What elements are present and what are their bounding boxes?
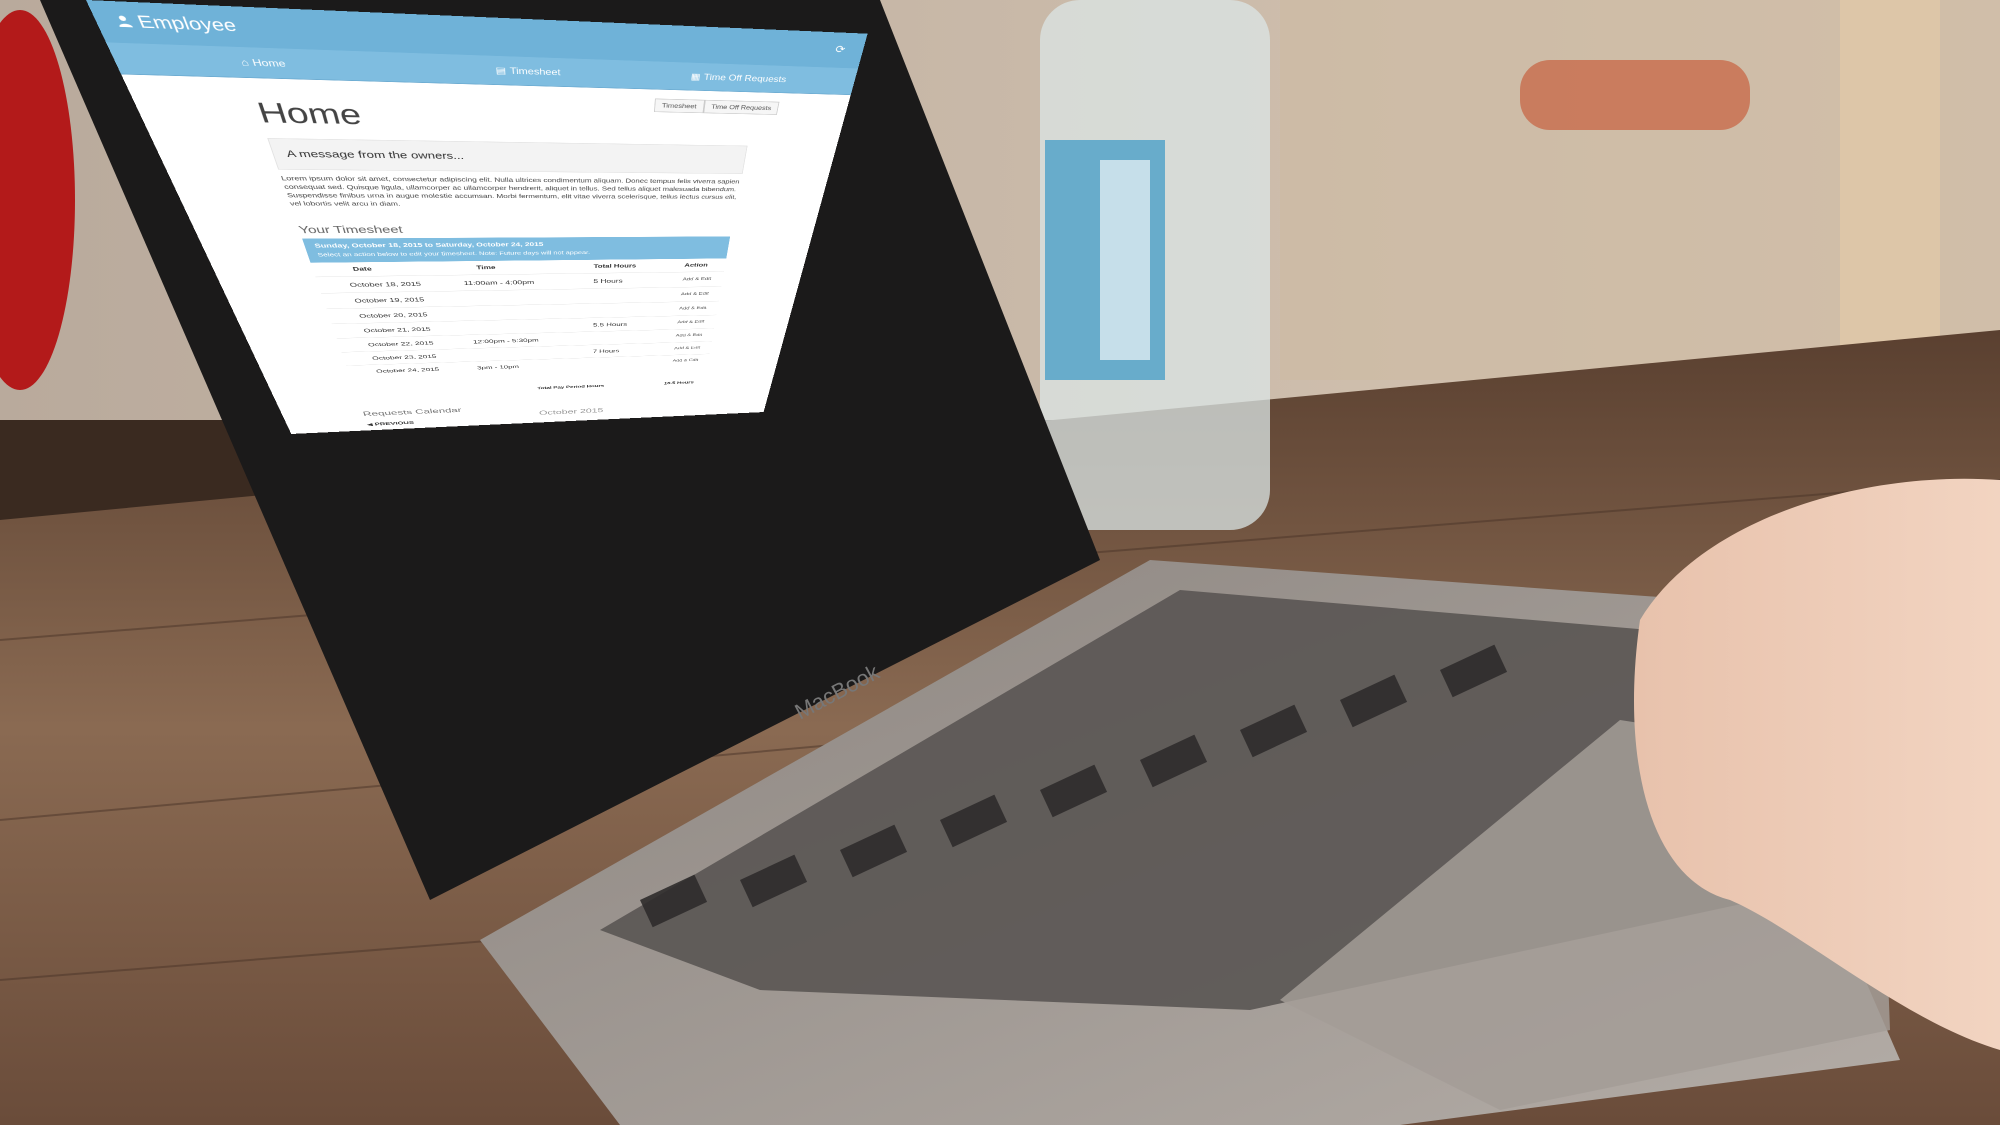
user-icon (112, 12, 137, 33)
row-date: October 21, 2015 (363, 326, 431, 334)
page-title: Home (253, 97, 364, 131)
row-date: October 24, 2015 (375, 367, 439, 374)
row-date: October 23, 2015 (371, 354, 437, 361)
subtab-time-off[interactable]: Time Off Requests (703, 100, 780, 115)
subtabs: Timesheet Time Off Requests (654, 99, 780, 115)
refresh-icon[interactable]: ⟳ (834, 43, 847, 56)
timesheet-icon: ▤ (495, 65, 506, 76)
nav-home-label: Home (251, 57, 287, 69)
row-action-button[interactable]: Add & Edit (674, 346, 701, 351)
brand-label: Employee (134, 13, 239, 37)
total-hours-label: Total Pay Period Hours (537, 384, 604, 390)
row-date: October 20, 2015 (358, 312, 428, 320)
timesheet-period-banner: Sunday, October 18, 2015 to Saturday, Oc… (302, 236, 730, 262)
requests-calendar-title: Requests Calendar (362, 407, 462, 418)
calendar-month: October 2015 (539, 407, 604, 416)
row-date: October 19, 2015 (354, 296, 425, 304)
nav-timesheet[interactable]: ▤ Timesheet (495, 65, 560, 77)
row-action-button[interactable]: Add & Edit (679, 306, 707, 311)
message-body: Lorem ipsum dolor sit amet, consectetur … (280, 175, 740, 209)
row-action-button[interactable]: Add & Edit (672, 358, 698, 362)
row-total: 5 Hours (593, 278, 622, 285)
photo-scene: MacBook Employee ⟳ ⌂ Home ▤ Timesheet ▦ … (0, 0, 2000, 1125)
column-header-total: Total Hours (594, 263, 637, 269)
timesheet-period: Sunday, October 18, 2015 to Saturday, Oc… (314, 241, 544, 249)
calendar-icon: ▦ (690, 71, 701, 81)
row-action-button[interactable]: Add & Edit (681, 291, 710, 296)
timesheet-title: Your Timesheet (297, 224, 404, 236)
row-total: 5.5 Hours (593, 321, 627, 327)
column-header-action: Action (684, 262, 708, 268)
row-time: 3pm - 10pm (477, 364, 519, 371)
row-action-button[interactable]: Add & Edit (677, 319, 704, 324)
row-action-button[interactable]: Add & Edit (676, 333, 703, 338)
row-date: October 22, 2015 (367, 340, 434, 347)
row-action-button[interactable]: Add & Edit (682, 276, 711, 281)
row-time: 12:00pm - 5:30pm (473, 337, 539, 344)
row-date: October 18, 2015 (349, 281, 422, 289)
total-hours-value: 18.5 Hours (664, 381, 694, 386)
row-time: 11:00am - 4:00pm (463, 279, 534, 287)
message-box: A message from the owners... (267, 138, 747, 174)
column-header-time: Time (476, 265, 496, 271)
subtab-timesheet[interactable]: Timesheet (654, 99, 705, 114)
row-total: 7 Hours (593, 348, 620, 354)
column-header-date: Date (352, 266, 373, 272)
nav-timesheet-label: Timesheet (509, 65, 560, 77)
brand[interactable]: Employee (112, 12, 240, 37)
previous-button[interactable]: ◀ PREVIOUS (366, 420, 415, 427)
nav-home[interactable]: ⌂ Home (239, 57, 287, 69)
message-title: A message from the owners... (285, 148, 465, 161)
previous-label: PREVIOUS (374, 420, 415, 426)
timesheet-note: Select an action below to edit your time… (317, 250, 590, 258)
